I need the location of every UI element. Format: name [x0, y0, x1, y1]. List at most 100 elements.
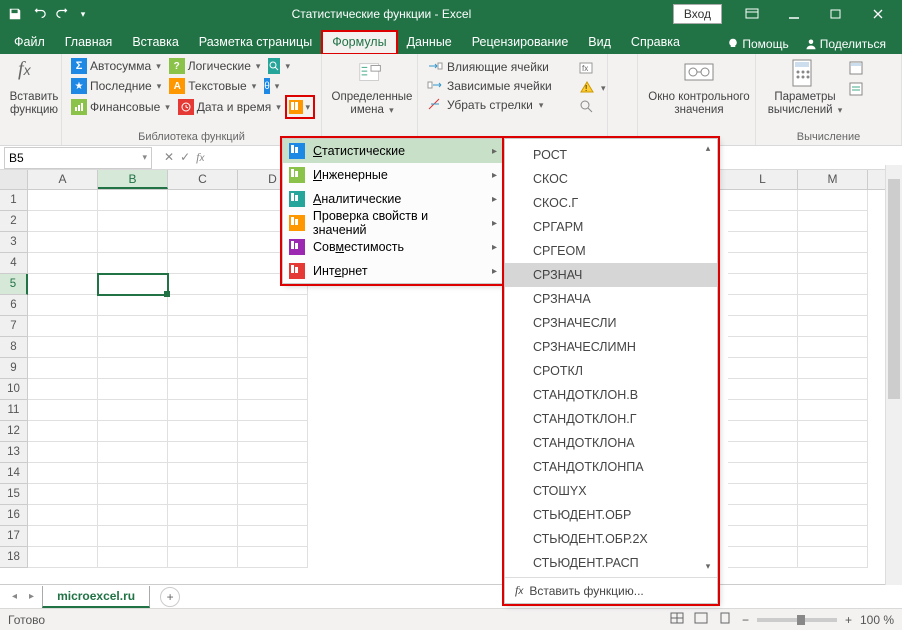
view-normal-icon[interactable]: [670, 611, 686, 628]
cell-L4[interactable]: [728, 253, 798, 274]
cell-M7[interactable]: [798, 316, 868, 337]
cell-B13[interactable]: [98, 442, 168, 463]
cell-L13[interactable]: [728, 442, 798, 463]
cell-L6[interactable]: [728, 295, 798, 316]
row-15[interactable]: 15: [0, 484, 28, 505]
cell-C12[interactable]: [168, 421, 238, 442]
maximize-icon[interactable]: [816, 0, 856, 28]
cell-M2[interactable]: [798, 211, 868, 232]
cell-A11[interactable]: [28, 400, 98, 421]
fn-СРЗНАЧ[interactable]: СРЗНАЧ: [505, 263, 717, 287]
tab-formulas[interactable]: Формулы: [322, 31, 396, 54]
row-11[interactable]: 11: [0, 400, 28, 421]
cell-D9[interactable]: [238, 358, 308, 379]
cell-C16[interactable]: [168, 505, 238, 526]
minimize-icon[interactable]: [774, 0, 814, 28]
cell-B2[interactable]: [98, 211, 168, 232]
cell-B10[interactable]: [98, 379, 168, 400]
cell-M1[interactable]: [798, 190, 868, 211]
row-12[interactable]: 12: [0, 421, 28, 442]
cell-C18[interactable]: [168, 547, 238, 568]
cell-M18[interactable]: [798, 547, 868, 568]
cell-A12[interactable]: [28, 421, 98, 442]
cell-A18[interactable]: [28, 547, 98, 568]
fn-СТЬЮДЕНТ.РАСП[interactable]: СТЬЮДЕНТ.РАСП: [505, 551, 717, 575]
cell-M9[interactable]: [798, 358, 868, 379]
cell-C9[interactable]: [168, 358, 238, 379]
fn-СКОС[interactable]: СКОС: [505, 167, 717, 191]
more-functions-button[interactable]: ▾: [286, 96, 314, 118]
cell-C5[interactable]: [168, 274, 238, 295]
tab-home[interactable]: Главная: [55, 31, 123, 54]
cell-B4[interactable]: [98, 253, 168, 274]
row-9[interactable]: 9: [0, 358, 28, 379]
recent-button[interactable]: ★Последние▾: [68, 76, 164, 96]
row-7[interactable]: 7: [0, 316, 28, 337]
cell-D13[interactable]: [238, 442, 308, 463]
sheet-nav-next[interactable]: ▸: [25, 591, 38, 602]
tab-insert[interactable]: Вставка: [122, 31, 188, 54]
row-5[interactable]: 5: [0, 274, 28, 295]
fn-СТЬЮДЕНТ.ОБР.2Х[interactable]: СТЬЮДЕНТ.ОБР.2Х: [505, 527, 717, 551]
fn-СКОС.Г[interactable]: СКОС.Г: [505, 191, 717, 215]
cell-A17[interactable]: [28, 526, 98, 547]
cell-C15[interactable]: [168, 484, 238, 505]
cell-B12[interactable]: [98, 421, 168, 442]
menu-item-Аналитические[interactable]: Аналитические▸: [283, 187, 503, 211]
cell-M3[interactable]: [798, 232, 868, 253]
tab-file[interactable]: Файл: [4, 31, 55, 54]
cell-A16[interactable]: [28, 505, 98, 526]
cell-D6[interactable]: [238, 295, 308, 316]
row-13[interactable]: 13: [0, 442, 28, 463]
redo-icon[interactable]: [52, 3, 74, 25]
row-6[interactable]: 6: [0, 295, 28, 316]
cell-C2[interactable]: [168, 211, 238, 232]
cell-C1[interactable]: [168, 190, 238, 211]
fn-РОСТ[interactable]: РОСТ: [505, 143, 717, 167]
cell-D11[interactable]: [238, 400, 308, 421]
cell-L1[interactable]: [728, 190, 798, 211]
col-A[interactable]: A: [28, 170, 98, 189]
calc-sheet-button[interactable]: [848, 81, 866, 100]
menu-item-Статистические[interactable]: Статистические▸: [283, 139, 503, 163]
cell-L15[interactable]: [728, 484, 798, 505]
cell-M16[interactable]: [798, 505, 868, 526]
row-4[interactable]: 4: [0, 253, 28, 274]
cell-C11[interactable]: [168, 400, 238, 421]
cell-A1[interactable]: [28, 190, 98, 211]
lookup-button[interactable]: ▾: [265, 56, 285, 76]
row-8[interactable]: 8: [0, 337, 28, 358]
cell-L14[interactable]: [728, 463, 798, 484]
zoom-level[interactable]: 100 %: [860, 613, 894, 627]
row-2[interactable]: 2: [0, 211, 28, 232]
fx-bar-icon[interactable]: fx: [196, 150, 204, 165]
cell-L16[interactable]: [728, 505, 798, 526]
cell-A7[interactable]: [28, 316, 98, 337]
cell-M6[interactable]: [798, 295, 868, 316]
trace-dependents-button[interactable]: Зависимые ячейки: [424, 77, 601, 95]
fn-СТЬЮДЕНТ.ОБР[interactable]: СТЬЮДЕНТ.ОБР: [505, 503, 717, 527]
cell-B6[interactable]: [98, 295, 168, 316]
row-16[interactable]: 16: [0, 505, 28, 526]
cell-D8[interactable]: [238, 337, 308, 358]
cell-A14[interactable]: [28, 463, 98, 484]
cell-D14[interactable]: [238, 463, 308, 484]
defined-names-button[interactable]: Определенныеимена ▾: [328, 56, 416, 117]
cell-L18[interactable]: [728, 547, 798, 568]
fn-СРГЕОМ[interactable]: СРГЕОМ: [505, 239, 717, 263]
menu-item-Совместимость[interactable]: Совместимость▸: [283, 235, 503, 259]
cell-M12[interactable]: [798, 421, 868, 442]
calc-options-button[interactable]: Параметрывычислений ▾: [762, 56, 848, 117]
cell-B9[interactable]: [98, 358, 168, 379]
fn-СРЗНАЧЕСЛИ[interactable]: СРЗНАЧЕСЛИ: [505, 311, 717, 335]
cell-L7[interactable]: [728, 316, 798, 337]
logical-button[interactable]: ?Логические▾: [166, 56, 264, 76]
share-button[interactable]: Поделиться: [799, 34, 892, 54]
cell-L9[interactable]: [728, 358, 798, 379]
cell-L11[interactable]: [728, 400, 798, 421]
cell-C13[interactable]: [168, 442, 238, 463]
cell-A8[interactable]: [28, 337, 98, 358]
datetime-button[interactable]: Дата и время▾: [175, 96, 284, 118]
login-button[interactable]: Вход: [673, 4, 722, 24]
chevron-down-icon[interactable]: ▾: [142, 152, 147, 163]
